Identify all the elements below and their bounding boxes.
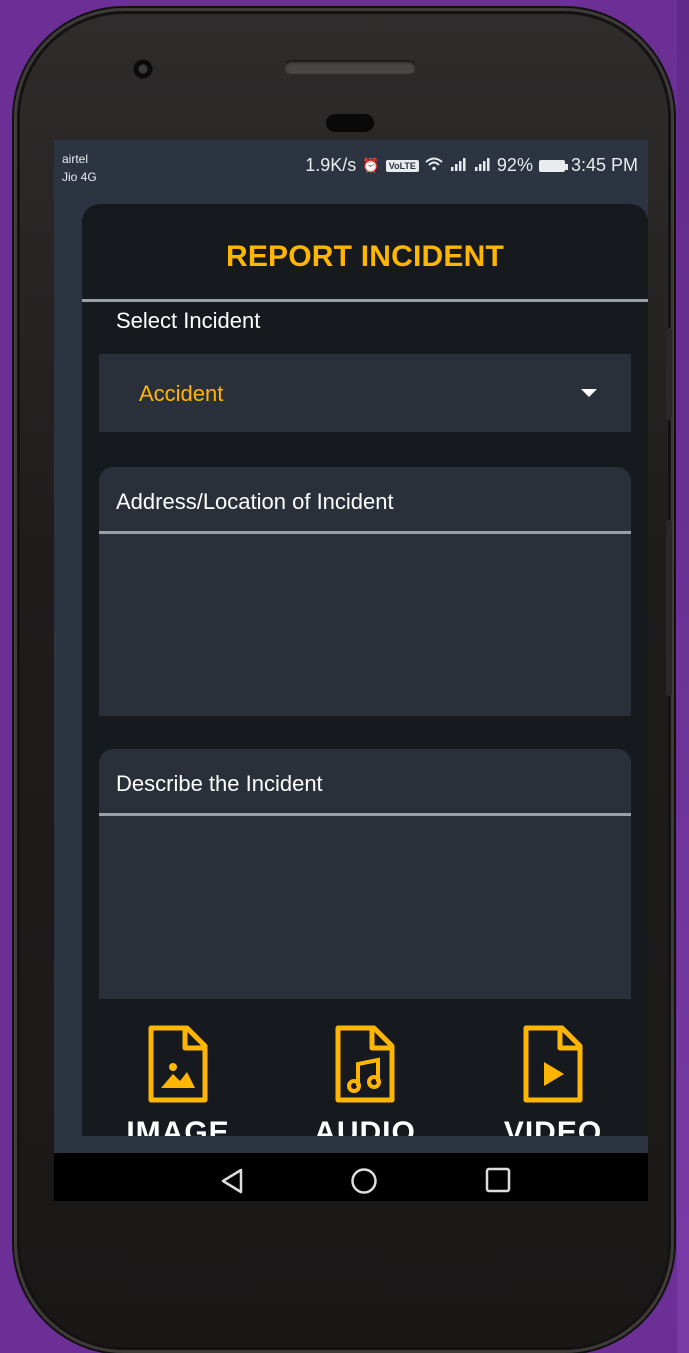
nav-back-button[interactable] <box>202 1153 262 1201</box>
image-file-icon <box>118 1024 238 1104</box>
description-field-label: Describe the Incident <box>116 771 323 796</box>
wifi-icon <box>425 155 443 176</box>
proximity-sensor <box>326 114 374 132</box>
attach-video-button[interactable]: VIDEO <box>493 1024 613 1149</box>
alarm-icon: ⏰ <box>362 157 380 173</box>
attach-audio-button[interactable]: AUDIO <box>305 1024 425 1149</box>
recents-square-icon <box>468 1167 528 1193</box>
title-divider <box>82 299 648 302</box>
power-button <box>666 520 672 696</box>
video-file-icon <box>493 1024 613 1104</box>
net-speed: 1.9K/s <box>305 155 357 175</box>
description-input[interactable] <box>99 816 631 999</box>
status-bar: airtel Jio 4G 1.9K/s ⏰ VoLTE 92% 3:45 PM <box>54 140 648 195</box>
signal-icon-sim1 <box>449 155 467 176</box>
phone-frame: airtel Jio 4G 1.9K/s ⏰ VoLTE 92% 3:45 PM <box>14 8 674 1353</box>
incident-select-value: Accident <box>139 381 224 406</box>
page-title: REPORT INCIDENT <box>225 240 504 273</box>
signal-icon-sim2 <box>473 155 491 176</box>
home-circle-icon <box>334 1167 394 1195</box>
description-field: Describe the Incident <box>99 749 631 999</box>
address-field: Address/Location of Incident <box>99 467 631 716</box>
address-input[interactable] <box>99 534 631 716</box>
status-icons: 1.9K/s ⏰ VoLTE 92% 3:45 PM <box>305 155 638 176</box>
battery-icon <box>538 159 568 172</box>
attach-image-button[interactable]: IMAGE <box>118 1024 238 1149</box>
earpiece-speaker <box>284 60 416 74</box>
report-incident-card: REPORT INCIDENT Select Incident Accident… <box>82 204 648 1201</box>
back-triangle-icon <box>202 1167 262 1195</box>
incident-type-select[interactable]: Accident <box>99 354 631 432</box>
attachment-row: IMAGE AUDIO VIDEO <box>82 1024 648 1149</box>
nav-recents-button[interactable] <box>468 1153 528 1201</box>
dropdown-arrow-icon <box>581 389 597 397</box>
address-field-label: Address/Location of Incident <box>116 489 394 514</box>
nav-home-button[interactable] <box>334 1153 394 1201</box>
volume-button <box>666 328 672 420</box>
volte-badge: VoLTE <box>385 159 419 172</box>
carrier-secondary: Jio 4G <box>62 170 97 184</box>
carrier-primary: airtel <box>62 152 89 166</box>
incident-select-label: Select Incident <box>116 308 261 333</box>
system-navigation-bar <box>54 1153 648 1201</box>
audio-file-icon <box>305 1024 425 1104</box>
clock: 3:45 PM <box>570 155 638 175</box>
front-camera <box>132 58 154 80</box>
battery-percent: 92% <box>496 155 533 175</box>
background-edge <box>677 0 689 1353</box>
phone-screen: airtel Jio 4G 1.9K/s ⏰ VoLTE 92% 3:45 PM <box>54 140 648 1201</box>
